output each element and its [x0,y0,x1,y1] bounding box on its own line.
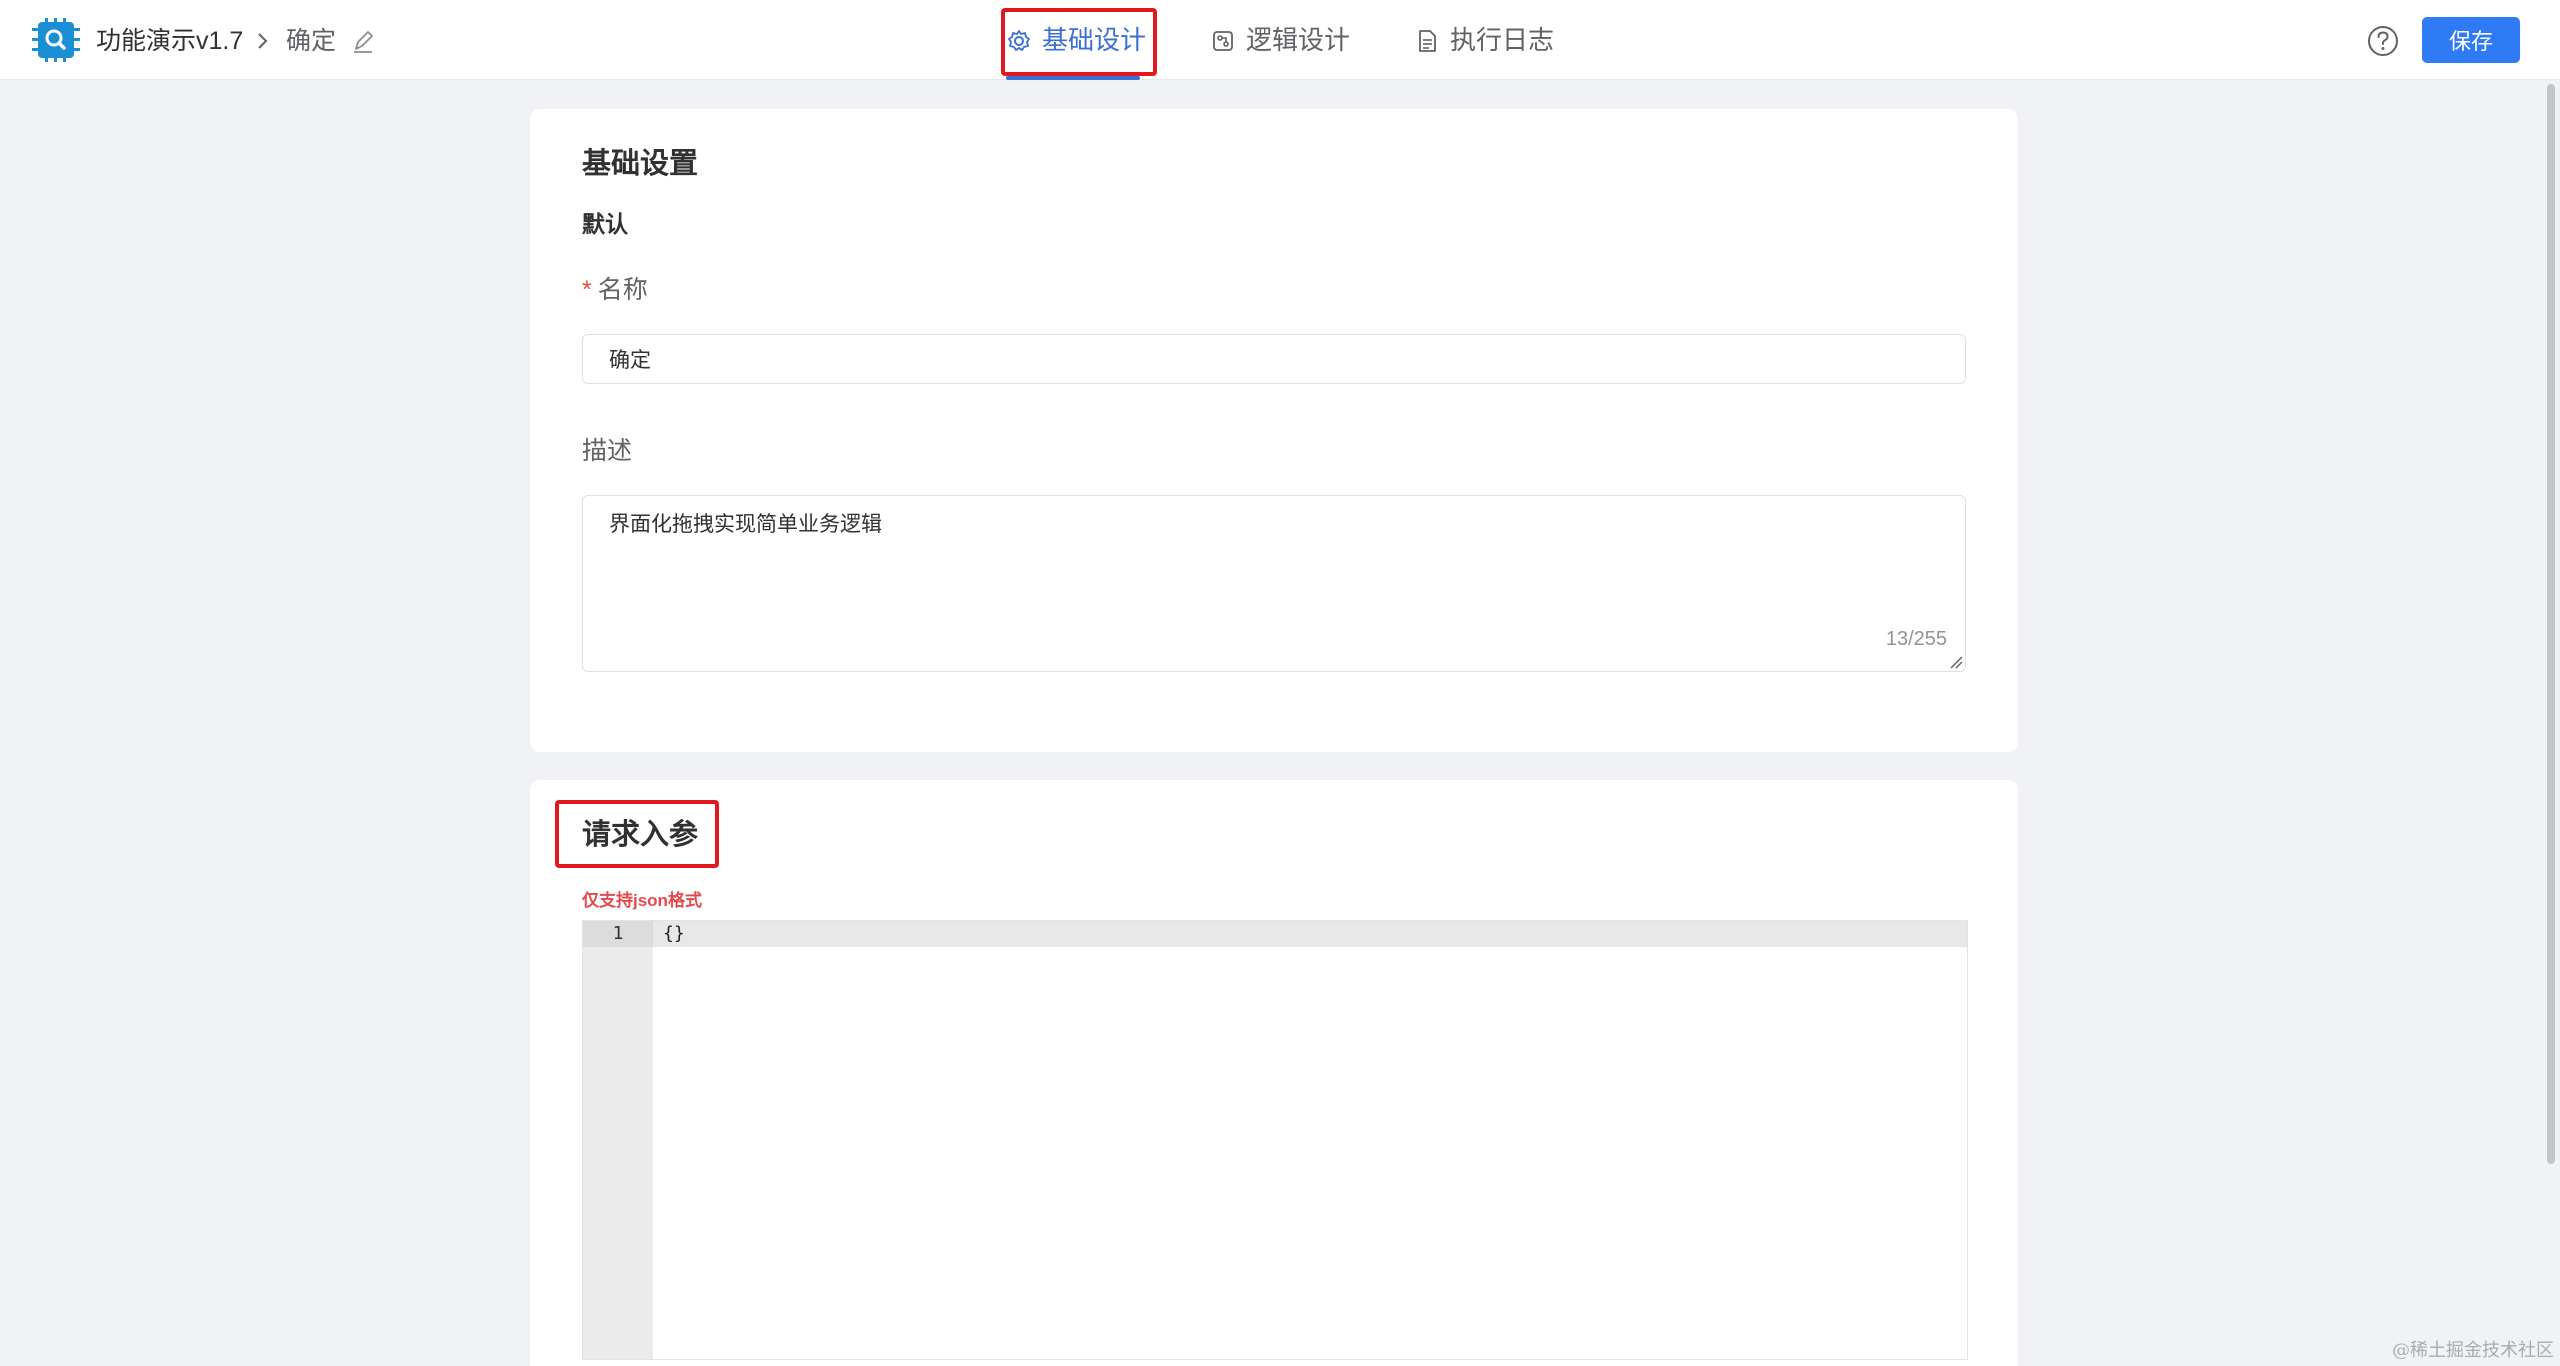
name-label-text: 名称 [597,276,648,304]
json-code-editor[interactable]: 1 {} [582,920,1968,1360]
name-label: * 名称 [582,274,648,306]
watermark: @稀土掘金技术社区 [2392,1340,2554,1361]
resize-handle-icon[interactable] [1949,655,1963,669]
tab-logic-design-label: 逻辑设计 [1246,25,1351,55]
group-title: 默认 [582,211,628,237]
description-label: 描述 [582,437,633,465]
top-bar: 功能演示v1.7 确定 基础设计 逻辑设计 执行日志 保存 [0,0,2560,80]
app-title[interactable]: 功能演示v1.7 [96,24,243,58]
breadcrumb-current: 确定 [286,27,337,55]
tab-basic-design-label: 基础设计 [1042,25,1147,55]
description-value: 界面化拖拽实现简单业务逻辑 [609,513,882,536]
description-textarea[interactable]: 界面化拖拽实现简单业务逻辑 13/255 [582,495,1966,672]
tab-execution-log-label: 执行日志 [1450,25,1555,55]
logic-icon [1213,31,1233,51]
required-mark: * [582,276,592,304]
tab-logic-design[interactable]: 逻辑设计 [1210,22,1358,58]
name-input[interactable] [582,334,1966,384]
basic-settings-card: 基础设置 默认 *名称 描述 界面化拖拽实现简单业务逻辑 13/255 [530,109,2018,752]
json-format-hint: 仅支持json格式 [582,891,702,910]
tab-basic-design[interactable]: 基础设计 [1006,22,1154,58]
help-icon[interactable] [2366,24,2400,58]
request-params-card: 请求入参 仅支持json格式 1 {} [530,780,2018,1366]
gear-icon [1008,30,1030,51]
save-button[interactable]: 保存 [2422,17,2520,63]
line-number-gutter [583,921,653,1359]
document-icon [1419,30,1436,52]
edit-icon[interactable] [350,27,376,55]
section-title: 请求入参 [582,819,699,851]
active-tab-indicator [1006,76,1140,80]
scrollbar-thumb[interactable] [2547,84,2555,1164]
section-title: 基础设置 [582,148,699,180]
tab-execution-log[interactable]: 执行日志 [1414,22,1562,58]
code-line[interactable]: {} [663,921,685,947]
line-number: 1 [583,921,653,947]
character-counter: 13/255 [1885,628,1947,650]
chevron-right-icon [258,33,268,49]
active-line-highlight [653,921,1967,947]
app-logo-icon [32,18,80,62]
